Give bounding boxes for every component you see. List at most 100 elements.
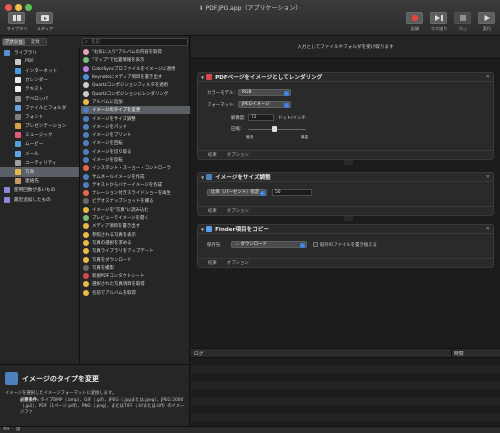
category-item[interactable]: インターネット	[0, 66, 79, 75]
category-item[interactable]: 使用回数が多いもの	[0, 186, 79, 195]
action-item[interactable]: ビデオスナップショットを撮る	[81, 197, 190, 205]
log-row	[191, 358, 500, 366]
action-item[interactable]: Quartzコンポジションフィルタを適用	[81, 81, 190, 89]
tab-actions[interactable]: アクション	[3, 39, 25, 45]
tab-variables[interactable]: 変数	[24, 39, 46, 45]
action-item[interactable]: 写真の選択を求める	[81, 239, 190, 247]
options-button[interactable]: オプション	[227, 152, 249, 158]
category-item[interactable]: 最近追加したもの	[0, 195, 79, 204]
action-item[interactable]: 新規PDFコンタクトシート	[81, 272, 190, 280]
action-item[interactable]: ナレーション付きスライドショーを再生	[81, 189, 190, 197]
results-button[interactable]: 結果	[208, 208, 217, 214]
replace-existing-checkbox[interactable]	[313, 242, 318, 247]
options-button[interactable]: オプション	[227, 208, 249, 214]
action-item[interactable]: Keynoteにメディア項目を書き出す	[81, 73, 190, 81]
step-icon	[434, 15, 443, 21]
action-item[interactable]: "マップ"で位置情報を表示	[81, 56, 190, 64]
step-button[interactable]	[430, 12, 447, 24]
action-item[interactable]: イメージのタイプを変更	[81, 106, 190, 115]
close-icon[interactable]: ✕	[486, 174, 490, 180]
action-item[interactable]: 写真を撮影	[81, 264, 190, 272]
disclosure-triangle-icon[interactable]: ▼	[201, 175, 204, 180]
category-item[interactable]: ファイルとフォルダ	[0, 103, 79, 112]
format-popup[interactable]: JPEGイメージ ⌄	[238, 101, 291, 108]
close-icon[interactable]: ✕	[486, 74, 490, 80]
action-item[interactable]: プレビューでイメージを開く	[81, 214, 190, 222]
action-item[interactable]: ColorSyncプロファイルをイメージに適用	[81, 65, 190, 73]
log-column-header[interactable]: ログ	[194, 350, 204, 357]
category-item[interactable]: 連絡先	[0, 177, 79, 186]
action-icon	[83, 206, 89, 213]
category-label: ライブラリ	[14, 50, 37, 56]
action-item[interactable]: 選択された写真項目を取得	[81, 280, 190, 288]
action-item[interactable]: イメージをパッド	[81, 123, 190, 131]
disclosure-triangle-icon[interactable]: ▼	[201, 75, 204, 80]
category-item[interactable]: ユーティリティ	[0, 158, 79, 167]
block-header: ▼ Finder項目をコピー ✕	[198, 225, 493, 234]
sidebar-toggle-icon[interactable]: ▤	[16, 427, 20, 432]
close-icon[interactable]: ✕	[486, 226, 490, 232]
results-button[interactable]: 結果	[208, 260, 217, 266]
disclosure-triangle-icon[interactable]: ▼	[201, 227, 204, 232]
action-item[interactable]: イメージを"写真"に読み込む	[81, 206, 190, 214]
action-item[interactable]: サムネールイメージを作成	[81, 172, 190, 180]
category-item[interactable]: デベロッパ	[0, 94, 79, 103]
action-icon	[83, 248, 89, 255]
destination-popup[interactable]: ▭ ダウンロード ⌄	[231, 241, 307, 248]
action-item[interactable]: 写真をダウンロード	[81, 255, 190, 263]
action-item[interactable]: 参照される写真を表示	[81, 231, 190, 239]
action-label: "お気に入り"アルバムの内容を取得	[92, 50, 162, 56]
record-button[interactable]	[406, 12, 423, 24]
action-item[interactable]: イメージを切り取る	[81, 148, 190, 156]
results-button[interactable]: 結果	[208, 152, 217, 158]
action-item[interactable]: テキストからバナーイメージを作成	[81, 181, 190, 189]
action-item[interactable]: イメージを回転	[81, 139, 190, 147]
category-item[interactable]: PDF	[0, 57, 79, 66]
time-column-header[interactable]: 時間	[454, 350, 464, 357]
log-row	[191, 366, 500, 374]
action-block-render-pdf[interactable]: ▼ PDFページをイメージとしてレンダリング ✕ カラーモデル: RGB ⌄ フォ…	[197, 72, 494, 160]
block-title: イメージをサイズ調整	[215, 175, 271, 181]
color-model-popup[interactable]: RGB ⌄	[238, 89, 291, 96]
category-item[interactable]: フォント	[0, 112, 79, 121]
action-block-scale-images[interactable]: ▼ イメージをサイズ調整 ✕ 比率（パーセント）指定 ⌄ 50 結果 オプション	[197, 172, 494, 216]
action-icon	[83, 223, 89, 230]
action-item[interactable]: "お気に入り"アルバムの内容を取得	[81, 48, 190, 56]
action-item[interactable]: 名前でアルバムを取得	[81, 289, 190, 297]
action-item[interactable]: 写真ライブラリをアップデート	[81, 247, 190, 255]
format-label: フォーマット:	[207, 103, 235, 108]
compression-slider-track[interactable]	[248, 129, 306, 130]
category-item[interactable]: カレンダー	[0, 76, 79, 85]
category-item[interactable]: ライブラリ	[0, 48, 79, 57]
category-item[interactable]: テキスト	[0, 85, 79, 94]
action-item[interactable]: アルバムに追加	[81, 98, 190, 106]
options-button[interactable]: オプション	[227, 260, 249, 266]
scale-percent-field[interactable]: 50	[272, 189, 312, 196]
category-item[interactable]: メール	[0, 149, 79, 158]
block-connector	[344, 160, 353, 165]
stop-icon	[459, 15, 466, 21]
category-label: PDF	[25, 59, 34, 65]
run-button[interactable]	[478, 12, 495, 24]
search-input[interactable]	[91, 39, 186, 46]
action-item[interactable]: Quartzコンポジションにレンダリング	[81, 89, 190, 97]
category-item[interactable]: ムービー	[0, 140, 79, 149]
media-button[interactable]	[36, 12, 53, 24]
compression-min-label: 最低	[246, 135, 254, 139]
gear-icon[interactable]: ⚙▾	[3, 427, 9, 432]
category-item[interactable]: ミュージック	[0, 131, 79, 140]
stop-button[interactable]	[454, 12, 471, 24]
scale-mode-popup[interactable]: 比率（パーセント）指定 ⌄	[207, 189, 267, 196]
action-label: イメージを回転	[92, 141, 123, 147]
resolution-field[interactable]: 72	[248, 114, 274, 121]
library-button[interactable]	[8, 12, 25, 24]
action-block-copy-finder-items[interactable]: ▼ Finder項目をコピー ✕ 保存先: ▭ ダウンロード ⌄ 既存のファイルを…	[197, 224, 494, 268]
action-item[interactable]: インスタント・スーョー・コントローラ	[81, 164, 190, 172]
action-item[interactable]: イメージをサイズ調整	[81, 114, 190, 122]
category-item[interactable]: プレゼンテーション	[0, 122, 79, 131]
compression-slider-knob[interactable]	[271, 126, 277, 132]
action-item[interactable]: メディア項目を書き出す	[81, 222, 190, 230]
action-item[interactable]: イメージをプリント	[81, 131, 190, 139]
category-item[interactable]: 写真	[0, 167, 79, 177]
action-item[interactable]: イメージを反転	[81, 156, 190, 164]
